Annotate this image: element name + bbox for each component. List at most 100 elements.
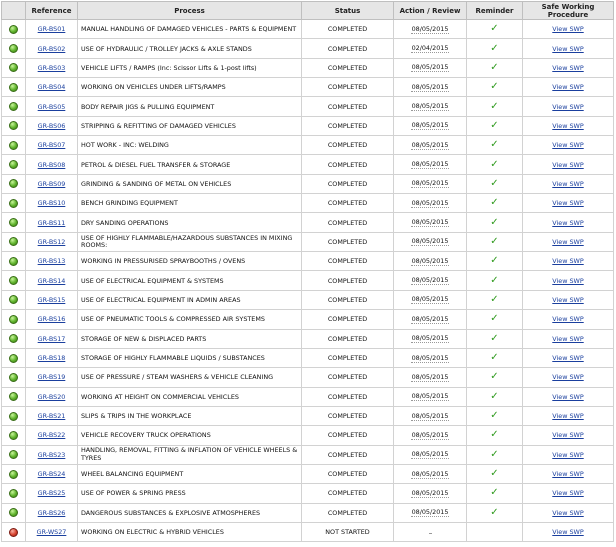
reference-link[interactable]: GR-BS15: [38, 296, 66, 304]
reference-cell: GR-BS20: [25, 386, 78, 407]
reference-link[interactable]: GR-WS27: [37, 528, 67, 536]
process-cell: HOT WORK - INC: WELDING: [77, 135, 302, 156]
status-icon-cell: [1, 289, 26, 311]
reference-link[interactable]: GR-BS03: [38, 64, 66, 72]
view-swp-link[interactable]: View SWP: [552, 45, 583, 53]
review-date[interactable]: 08/05/2015: [410, 354, 450, 363]
review-date[interactable]: 08/05/2015: [410, 102, 450, 112]
swp-cell: View SWP: [522, 483, 614, 504]
review-date[interactable]: 08/05/2015: [410, 141, 450, 150]
view-swp-link[interactable]: View SWP: [552, 470, 583, 478]
review-date[interactable]: 08/05/2015: [410, 470, 450, 479]
reference-link[interactable]: GR-BS13: [38, 257, 66, 265]
header-safe-working-procedure[interactable]: Safe Working Procedure: [522, 1, 614, 20]
view-swp-link[interactable]: View SWP: [552, 141, 583, 149]
reference-link[interactable]: GR-BS24: [38, 470, 66, 478]
view-swp-link[interactable]: View SWP: [552, 257, 583, 265]
review-date[interactable]: 08/05/2015: [410, 25, 450, 34]
reference-link[interactable]: GR-BS16: [38, 315, 66, 323]
status-icon-cell: [1, 212, 26, 233]
review-date[interactable]: 08/05/2015: [410, 334, 450, 344]
review-date[interactable]: 08/05/2015: [410, 392, 450, 402]
reference-link[interactable]: GR-BS22: [38, 431, 66, 439]
reference-link[interactable]: GR-BS05: [38, 103, 66, 111]
review-date[interactable]: 08/05/2015: [410, 218, 450, 228]
review-date[interactable]: 08/05/2015: [410, 450, 450, 460]
view-swp-link[interactable]: View SWP: [552, 277, 583, 285]
status-icon-cell: [1, 521, 26, 543]
view-swp-link[interactable]: View SWP: [552, 412, 583, 420]
reference-link[interactable]: GR-BS25: [38, 489, 66, 497]
review-date[interactable]: 08/05/2015: [410, 431, 450, 440]
reference-link[interactable]: GR-BS11: [38, 219, 66, 227]
reference-link[interactable]: GR-BS20: [38, 393, 66, 401]
review-date[interactable]: 08/05/2015: [410, 179, 450, 189]
table-row: GR-BS19 USE OF PRESSURE / STEAM WASHERS &…: [1, 367, 614, 388]
review-date[interactable]: 08/05/2015: [410, 63, 450, 73]
view-swp-link[interactable]: View SWP: [552, 296, 583, 304]
review-date[interactable]: 08/05/2015: [410, 508, 450, 518]
view-swp-link[interactable]: View SWP: [552, 25, 583, 33]
swp-cell: View SWP: [522, 309, 614, 330]
header-status[interactable]: Status: [301, 1, 394, 20]
reference-link[interactable]: GR-BS19: [38, 373, 66, 381]
view-swp-link[interactable]: View SWP: [552, 83, 583, 91]
view-swp-link[interactable]: View SWP: [552, 161, 583, 169]
reference-link[interactable]: GR-BS12: [38, 238, 66, 246]
view-swp-link[interactable]: View SWP: [552, 335, 583, 343]
view-swp-link[interactable]: View SWP: [552, 528, 583, 536]
reference-link[interactable]: GR-BS26: [38, 509, 66, 517]
review-date[interactable]: 08/05/2015: [410, 295, 450, 305]
reference-link[interactable]: GR-BS02: [38, 45, 66, 53]
review-date[interactable]: [429, 533, 431, 535]
view-swp-link[interactable]: View SWP: [552, 238, 583, 246]
reference-link[interactable]: GR-BS06: [38, 122, 66, 130]
review-date[interactable]: 08/05/2015: [410, 373, 450, 382]
header-action-review[interactable]: Action / Review: [393, 1, 467, 20]
reference-link[interactable]: GR-BS18: [38, 354, 66, 362]
review-date[interactable]: 08/05/2015: [410, 315, 450, 324]
header-reference[interactable]: Reference: [25, 1, 78, 20]
header-reminder[interactable]: Reminder: [466, 1, 523, 20]
reference-link[interactable]: GR-BS23: [38, 451, 66, 459]
view-swp-link[interactable]: View SWP: [552, 373, 583, 381]
header-process[interactable]: Process: [77, 1, 302, 20]
review-date[interactable]: 08/05/2015: [410, 412, 450, 421]
review-date[interactable]: 08/05/2015: [410, 121, 450, 131]
review-date[interactable]: 08/05/2015: [410, 83, 450, 92]
view-swp-link[interactable]: View SWP: [552, 393, 583, 401]
review-date[interactable]: 08/05/2015: [410, 237, 450, 247]
view-swp-link[interactable]: View SWP: [552, 103, 583, 111]
reference-link[interactable]: GR-BS21: [38, 412, 66, 420]
view-swp-link[interactable]: View SWP: [552, 180, 583, 188]
status-icon-cell: [1, 367, 26, 388]
review-date[interactable]: 02/04/2015: [410, 44, 450, 54]
reference-link[interactable]: GR-BS09: [38, 180, 66, 188]
reference-link[interactable]: GR-BS01: [38, 25, 66, 33]
reference-link[interactable]: GR-BS08: [38, 161, 66, 169]
review-date[interactable]: 08/05/2015: [410, 199, 450, 208]
review-date[interactable]: 08/05/2015: [410, 257, 450, 266]
table-row: GR-BS13 WORKING IN PRESSURISED SPRAYBOOTH…: [1, 251, 614, 272]
review-date[interactable]: 08/05/2015: [410, 160, 450, 170]
status-icon-cell: [1, 38, 26, 59]
view-swp-link[interactable]: View SWP: [552, 431, 583, 439]
view-swp-link[interactable]: View SWP: [552, 354, 583, 362]
review-date[interactable]: 08/05/2015: [410, 489, 450, 498]
view-swp-link[interactable]: View SWP: [552, 451, 583, 459]
view-swp-link[interactable]: View SWP: [552, 509, 583, 517]
view-swp-link[interactable]: View SWP: [552, 315, 583, 323]
view-swp-link[interactable]: View SWP: [552, 219, 583, 227]
review-date[interactable]: 08/05/2015: [410, 276, 450, 286]
reference-link[interactable]: GR-BS04: [38, 83, 66, 91]
view-swp-link[interactable]: View SWP: [552, 489, 583, 497]
reference-link[interactable]: GR-BS14: [38, 277, 66, 285]
view-swp-link[interactable]: View SWP: [552, 64, 583, 72]
reference-link[interactable]: GR-BS10: [38, 199, 66, 207]
reference-link[interactable]: GR-BS17: [38, 335, 66, 343]
status-icon-cell: [1, 115, 26, 137]
swp-cell: View SWP: [522, 367, 614, 388]
reference-link[interactable]: GR-BS07: [38, 141, 66, 149]
view-swp-link[interactable]: View SWP: [552, 122, 583, 130]
view-swp-link[interactable]: View SWP: [552, 199, 583, 207]
